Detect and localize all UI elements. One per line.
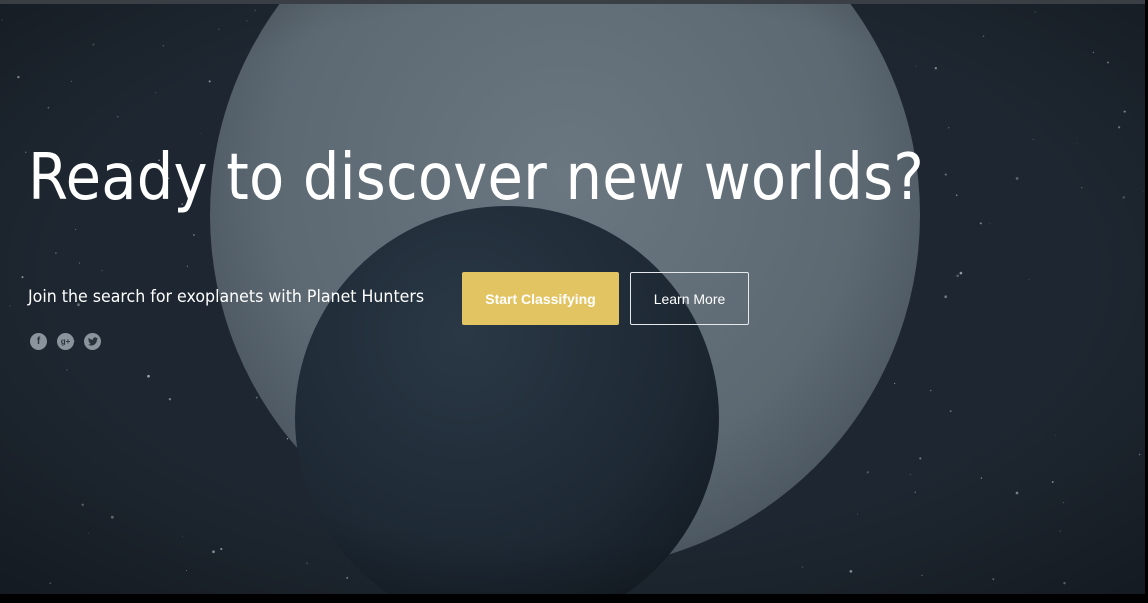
start-classifying-button[interactable]: Start Classifying bbox=[462, 272, 619, 325]
top-border bbox=[0, 0, 1148, 4]
hero-subtitle: Join the search for exoplanets with Plan… bbox=[28, 287, 425, 307]
google-plus-glyph: g+ bbox=[60, 337, 71, 346]
twitter-icon[interactable] bbox=[84, 333, 101, 350]
bottom-border bbox=[0, 594, 1148, 603]
learn-more-button[interactable]: Learn More bbox=[630, 272, 749, 325]
hero-headline: Ready to discover new worlds? bbox=[28, 141, 925, 215]
hero-section: Ready to discover new worlds? Join the s… bbox=[0, 0, 1148, 603]
facebook-glyph: f bbox=[36, 336, 41, 347]
social-links: f g+ bbox=[30, 333, 101, 350]
twitter-bird-icon bbox=[87, 337, 98, 346]
facebook-icon[interactable]: f bbox=[30, 333, 47, 350]
google-plus-icon[interactable]: g+ bbox=[57, 333, 74, 350]
